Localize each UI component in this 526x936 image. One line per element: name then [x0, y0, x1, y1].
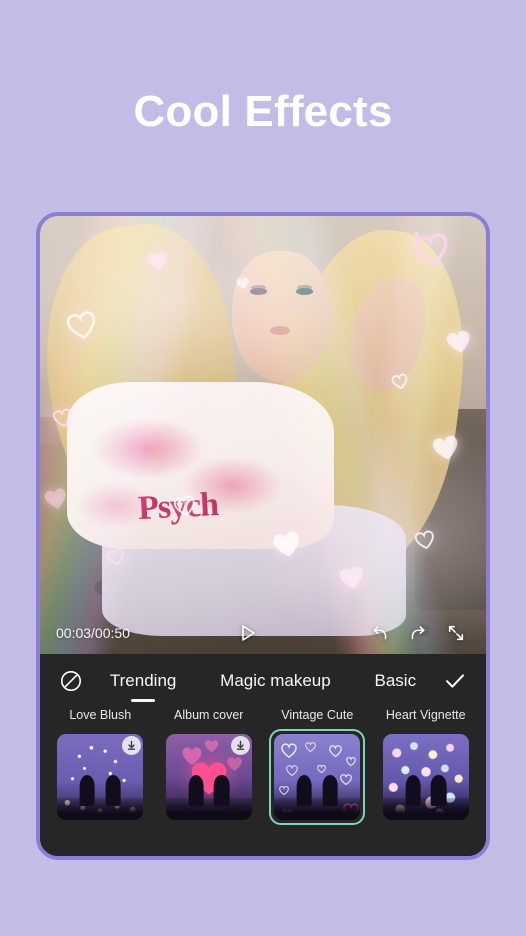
shirt-graphic-text: Psych: [137, 485, 219, 527]
effects-thumbnail-list: Love Blush Album cover Vintage Cute Hear…: [40, 708, 486, 825]
effect-label: Heart Vignette: [385, 708, 466, 722]
app-frame: Psych 00:03/00:50 Trending Magic makeup …: [36, 212, 490, 860]
tab-label: Trending: [109, 671, 177, 690]
effect-preview-image: [382, 734, 469, 820]
tab-trending[interactable]: Trending: [106, 654, 180, 708]
effects-panel: Trending Magic makeup Basic Love Blush A…: [40, 654, 486, 856]
effect-label: Vintage Cute: [281, 708, 354, 722]
effect-label: Love Blush: [69, 708, 132, 722]
tabs-list: Trending Magic makeup Basic: [88, 654, 438, 708]
ground-shadow: [382, 797, 469, 820]
ground-shadow: [57, 797, 144, 820]
page-title: Cool Effects: [133, 87, 393, 136]
ground-shadow: [274, 797, 361, 820]
video-preview[interactable]: Psych 00:03/00:50: [40, 216, 486, 654]
check-icon[interactable]: [438, 664, 472, 698]
timecode-label: 00:03/00:50: [56, 625, 130, 641]
redo-icon[interactable]: [404, 619, 432, 647]
tab-basic[interactable]: Basic: [371, 654, 421, 708]
lips: [269, 325, 290, 335]
effect-thumbnail[interactable]: [161, 729, 257, 825]
effect-preview-image: [274, 734, 361, 820]
tab-label: Magic makeup: [220, 671, 331, 690]
no-effect-icon[interactable]: [54, 664, 88, 698]
fullscreen-icon[interactable]: [442, 619, 470, 647]
effect-label: Album cover: [174, 708, 244, 722]
effect-item-vintage-cute[interactable]: Vintage Cute: [267, 708, 368, 825]
effect-thumbnail-selected[interactable]: [269, 729, 366, 825]
face: [231, 251, 330, 383]
play-icon[interactable]: [234, 619, 262, 647]
undo-icon[interactable]: [366, 619, 394, 647]
effect-item-album-cover[interactable]: Album cover: [159, 708, 260, 825]
effect-item-heart-vignette[interactable]: Heart Vignette: [376, 708, 477, 825]
player-control-bar: 00:03/00:50: [40, 612, 486, 654]
effect-item-love-blush[interactable]: Love Blush: [50, 708, 151, 825]
effect-thumbnail[interactable]: [378, 729, 474, 825]
effect-category-tabs: Trending Magic makeup Basic: [40, 654, 486, 708]
effect-thumbnail[interactable]: [52, 729, 148, 825]
mini-heart-icon: [204, 739, 219, 758]
download-icon[interactable]: [230, 736, 250, 755]
tab-label: Basic: [374, 671, 417, 690]
ground-shadow: [165, 797, 252, 820]
tab-magic-makeup[interactable]: Magic makeup: [216, 654, 335, 708]
